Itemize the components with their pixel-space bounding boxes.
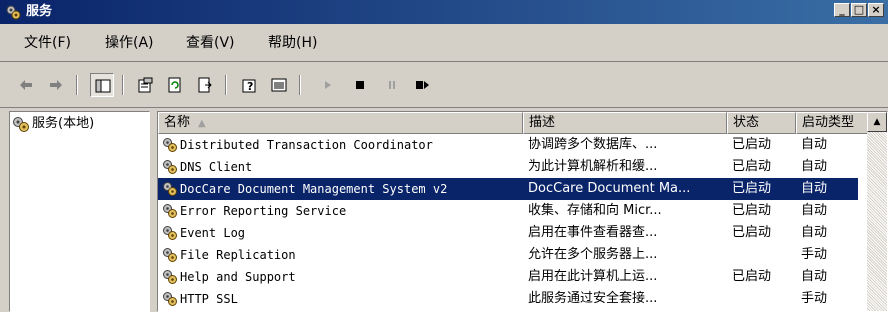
service-startup-type: 自动: [801, 181, 828, 196]
scroll-up-button[interactable]: ▲: [867, 112, 887, 132]
services-list[interactable]: 名称 ▲ 描述 状态 启动类型 Distributed Transaction C…: [157, 111, 888, 312]
service-gear-icon: [162, 137, 178, 153]
service-gear-icon: [162, 269, 178, 285]
service-gear-icon: [162, 225, 178, 241]
sort-ascending-icon: ▲: [198, 118, 206, 129]
menu-view[interactable]: 查看(V): [186, 34, 235, 52]
title-bar[interactable]: 服务 _ □ ×: [0, 0, 888, 24]
forward-button[interactable]: [44, 73, 68, 97]
stop-service-icon: [356, 81, 364, 89]
service-description: DocCare Document Ma...: [528, 181, 691, 196]
refresh-button[interactable]: [163, 73, 187, 97]
service-description: 启用在此计算机上运...: [528, 269, 658, 284]
service-status: [732, 244, 796, 266]
console-view-button[interactable]: [267, 73, 291, 97]
service-row[interactable]: HTTP SSL 此服务通过安全套接... 手动: [158, 288, 858, 310]
maximize-button[interactable]: □: [851, 3, 867, 17]
service-startup-type: 自动: [801, 137, 828, 152]
service-row[interactable]: Help and Support 启用在此计算机上运... 已启动 自动: [158, 266, 858, 288]
scrollbar-track[interactable]: [867, 132, 887, 311]
service-startup-type: 手动: [801, 291, 828, 306]
refresh-icon: [168, 77, 181, 93]
column-header-description[interactable]: 描述: [523, 112, 727, 134]
properties-icon: [138, 77, 153, 93]
service-name: Help and Support: [180, 270, 296, 284]
services-gear-icon: [6, 5, 21, 20]
column-header-name[interactable]: 名称 ▲: [158, 112, 523, 134]
menu-file[interactable]: 文件(F): [24, 34, 71, 52]
menu-action[interactable]: 操作(A): [105, 34, 154, 52]
tree-item-label: 服务(本地): [32, 116, 95, 131]
export-list-icon: [198, 77, 212, 93]
tree-pane[interactable]: 服务(本地): [9, 111, 150, 312]
service-row[interactable]: DocCare Document Management System v2 Doc…: [158, 178, 858, 200]
service-startup-type: 自动: [801, 225, 828, 240]
start-service-icon: [325, 81, 331, 89]
service-row[interactable]: Distributed Transaction Coordinator 协调跨多个…: [158, 134, 858, 156]
service-row[interactable]: DNS Client 为此计算机解析和缓... 已启动 自动: [158, 156, 858, 178]
services-gear-icon: [13, 116, 29, 132]
service-gear-icon: [162, 159, 178, 175]
service-row[interactable]: Event Log 启用在事件查看器查... 已启动 自动: [158, 222, 858, 244]
service-name: DNS Client: [180, 160, 253, 174]
service-description: 为此计算机解析和缓...: [528, 159, 658, 174]
show-tree-button[interactable]: [90, 73, 114, 97]
column-header-startup-type[interactable]: 启动类型: [796, 112, 868, 134]
pause-service-icon: [389, 81, 395, 89]
back-button[interactable]: [14, 73, 38, 97]
forward-icon: [50, 80, 62, 90]
service-description: 允许在多个服务器上...: [528, 247, 658, 262]
service-startup-type: 手动: [801, 247, 828, 262]
service-status: [732, 288, 796, 310]
column-header-status[interactable]: 状态: [727, 112, 796, 134]
vertical-scrollbar[interactable]: ▲: [867, 112, 887, 311]
service-description: 此服务通过安全套接...: [528, 291, 658, 306]
tree-item-services-local[interactable]: 服务(本地): [12, 115, 94, 133]
show-tree-icon: [95, 79, 111, 93]
minimize-button[interactable]: _: [834, 3, 850, 17]
service-status: 已启动: [732, 181, 772, 196]
service-description: 收集、存储和向 Micr...: [528, 203, 662, 218]
toolbar: ?: [0, 62, 888, 108]
service-description: 启用在事件查看器查...: [528, 225, 658, 240]
start-service-button[interactable]: [316, 73, 340, 97]
service-startup-type: 自动: [801, 203, 828, 218]
service-status: 已启动: [732, 159, 772, 174]
service-startup-type: 自动: [801, 269, 828, 284]
pause-service-button[interactable]: [380, 73, 404, 97]
service-startup-type: 自动: [801, 159, 828, 174]
service-name: Distributed Transaction Coordinator: [180, 138, 433, 152]
service-gear-icon: [162, 181, 178, 197]
stop-service-button[interactable]: [348, 73, 372, 97]
menu-bar: 文件(F) 操作(A) 查看(V) 帮助(H): [0, 24, 888, 62]
service-name: Error Reporting Service: [180, 204, 347, 218]
service-name: DocCare Document Management System v2: [180, 182, 448, 196]
service-row[interactable]: File Replication 允许在多个服务器上... 手动: [158, 244, 858, 266]
service-name: Event Log: [180, 226, 246, 240]
help-button[interactable]: ?: [237, 73, 261, 97]
service-row[interactable]: Error Reporting Service 收集、存储和向 Micr... 已启…: [158, 200, 858, 222]
console-view-icon: [271, 78, 287, 92]
properties-button[interactable]: [133, 73, 157, 97]
help-icon: ?: [242, 79, 256, 93]
menu-help[interactable]: 帮助(H): [268, 34, 317, 52]
close-button[interactable]: ×: [868, 3, 884, 17]
back-icon: [20, 80, 32, 90]
service-status: 已启动: [732, 225, 772, 240]
service-status: 已启动: [732, 269, 772, 284]
service-description: 协调跨多个数据库、...: [528, 137, 658, 152]
service-name: HTTP SSL: [180, 292, 238, 306]
service-status: 已启动: [732, 137, 772, 152]
service-status: 已启动: [732, 203, 772, 218]
window-title: 服务: [26, 4, 53, 19]
export-list-button[interactable]: [193, 73, 217, 97]
service-name: File Replication: [180, 248, 296, 262]
service-gear-icon: [162, 291, 178, 307]
restart-service-button[interactable]: [410, 73, 434, 97]
service-gear-icon: [162, 203, 178, 219]
restart-service-icon: [416, 81, 429, 89]
svg-text:?: ?: [247, 80, 253, 93]
service-gear-icon: [162, 247, 178, 263]
